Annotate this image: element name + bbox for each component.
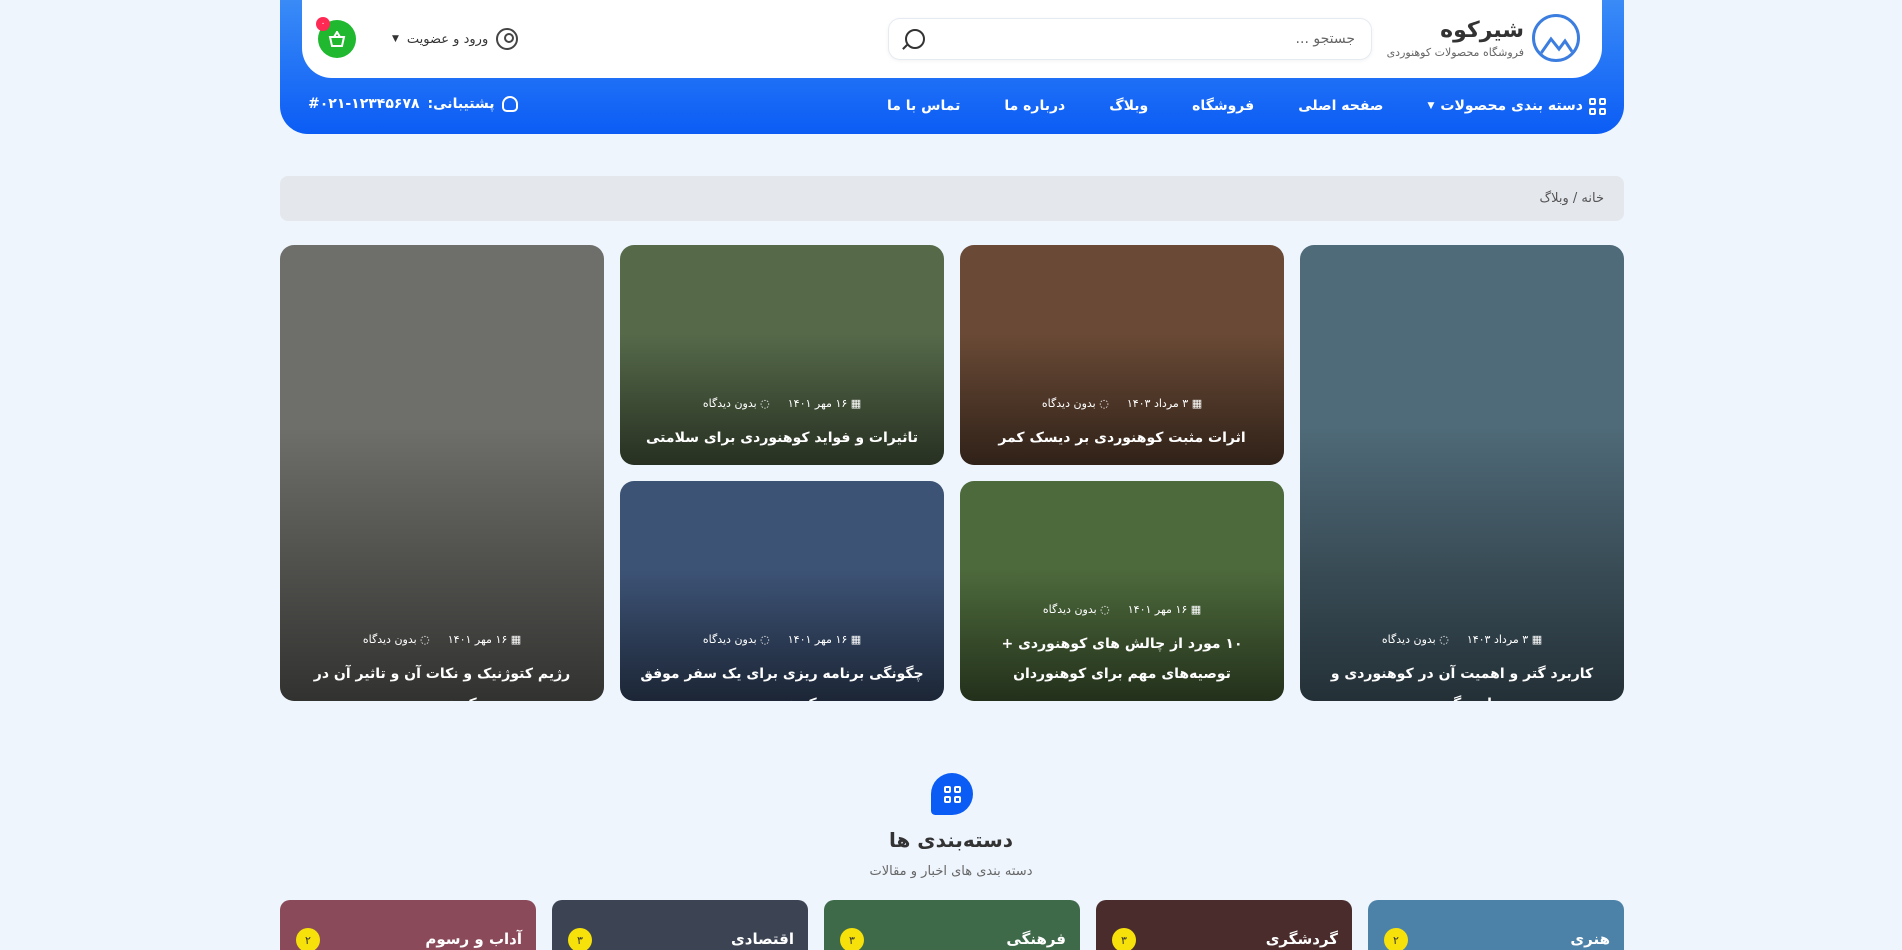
post-title[interactable]: تاثیرات و فواید کوهنوردی برای سلامتی [636, 423, 928, 453]
category-label: هنری [1570, 930, 1610, 948]
category-count-badge: ۳ [568, 928, 592, 950]
post-date: ▦ ۱۶ مهر ۱۴۰۱ [447, 633, 522, 646]
nav-item-about[interactable]: درباره ما [1004, 98, 1065, 114]
post-card[interactable]: ▦ ۱۶ مهر ۱۴۰۱ ◌ بدون دیدگاه تاثیرات و فوای… [620, 245, 944, 465]
account-link[interactable]: ورود و عضویت ▼ [392, 28, 519, 50]
post-comments: ◌ بدون دیدگاه [362, 633, 430, 646]
nav-label: دسته بندی محصولات [1440, 98, 1583, 114]
support-label: پشتیبانی: [427, 96, 495, 112]
category-count-badge: ۲ [296, 928, 320, 950]
nav-item-blog[interactable]: وبلاگ [1109, 98, 1148, 114]
post-meta: ▦ ۳ مرداد ۱۴۰۳ ◌ بدون دیدگاه [960, 397, 1284, 410]
post-date: ▦ ۳ مرداد ۱۴۰۳ [1126, 397, 1203, 410]
logo-subtitle: فروشگاه محصولات کوهنوردی [1386, 45, 1524, 59]
category-card[interactable]: گردشگری ۳ [1096, 900, 1352, 950]
nav-item-shop[interactable]: فروشگاه [1192, 98, 1254, 114]
category-label: فرهنگی [1006, 930, 1066, 948]
post-comments: ◌ بدون دیدگاه [702, 397, 770, 410]
category-card[interactable]: آداب و رسوم ۲ [280, 900, 536, 950]
post-date: ▦ ۱۶ مهر ۱۴۰۱ [787, 633, 862, 646]
cart-count-badge: ۰ [316, 17, 330, 31]
category-card[interactable]: فرهنگی ۳ [824, 900, 1080, 950]
post-comments: ◌ بدون دیدگاه [1042, 603, 1110, 616]
post-title[interactable]: ۱۰ مورد از چالش های کوهنوردی + توصیه‌های… [976, 629, 1268, 689]
headset-icon [502, 96, 519, 112]
categories-grid-icon [931, 773, 973, 815]
basket-icon [328, 31, 346, 47]
post-title[interactable]: چگونگی برنامه ریزی برای یک سفر موفق کوهن… [636, 659, 928, 701]
post-meta: ▦ ۱۶ مهر ۱۴۰۱ ◌ بدون دیدگاه [620, 397, 944, 410]
post-card[interactable]: ▦ ۳ مرداد ۱۴۰۳ ◌ بدون دیدگاه کاربرد گتر و … [1300, 245, 1624, 701]
category-count-badge: ۲ [1384, 928, 1408, 950]
categories-subtitle: دسته بندی های اخبار و مقالات [869, 864, 1033, 879]
post-date: ▦ ۱۶ مهر ۱۴۰۱ [1127, 603, 1202, 616]
category-card[interactable]: هنری ۲ [1368, 900, 1624, 950]
support-phone[interactable]: #۰۲۱-۱۲۳۴۵۶۷۸ [308, 96, 420, 112]
nav-item-contact[interactable]: تماس با ما [887, 98, 960, 114]
cart-button[interactable]: ۰ [316, 17, 356, 58]
account-label: ورود و عضویت [406, 31, 489, 47]
nav-item-categories[interactable]: دسته بندی محصولات ▼ [1427, 97, 1606, 115]
category-card[interactable]: اقتصادی ۳ [552, 900, 808, 950]
post-title[interactable]: اثرات مثبت کوهنوردی بر دیسک کمر [976, 423, 1268, 453]
post-card[interactable]: ▦ ۳ مرداد ۱۴۰۳ ◌ بدون دیدگاه اثرات مثبت کو… [960, 245, 1284, 465]
category-count-badge: ۳ [840, 928, 864, 950]
category-label: آداب و رسوم [425, 930, 522, 948]
categories-title: دسته‌بندی ها [888, 828, 1014, 852]
user-icon [496, 28, 519, 50]
site-header: شیرکوه فروشگاه محصولات کوهنوردی ورود و ع… [280, 0, 1624, 134]
post-comments: ◌ بدون دیدگاه [1381, 633, 1449, 646]
post-meta: ▦ ۱۶ مهر ۱۴۰۱ ◌ بدون دیدگاه [280, 633, 604, 646]
mountain-logo-icon [1532, 14, 1580, 62]
category-label: گردشگری [1265, 930, 1338, 948]
post-meta: ▦ ۱۶ مهر ۱۴۰۱ ◌ بدون دیدگاه [620, 633, 944, 646]
post-card[interactable]: ▦ ۱۶ مهر ۱۴۰۱ ◌ بدون دیدگاه چگونگی برنامه … [620, 481, 944, 701]
search-input[interactable] [925, 31, 1355, 47]
logo-title: شیرکوه [1440, 17, 1524, 43]
grid-icon [1589, 97, 1606, 115]
post-comments: ◌ بدون دیدگاه [1041, 397, 1109, 410]
post-title[interactable]: رژیم کتوژنیک و نکات آن و تاثیر آن در کوه… [296, 659, 588, 701]
category-label: اقتصادی [731, 930, 794, 948]
post-meta: ▦ ۳ مرداد ۱۴۰۳ ◌ بدون دیدگاه [1300, 633, 1624, 646]
chevron-down-icon: ▼ [392, 34, 399, 44]
search-icon[interactable] [905, 29, 925, 49]
post-card[interactable]: ▦ ۱۶ مهر ۱۴۰۱ ◌ بدون دیدگاه ۱۰ مورد از چال… [960, 481, 1284, 701]
support-info: پشتیبانی: #۰۲۱-۱۲۳۴۵۶۷۸ [308, 96, 519, 112]
post-card[interactable]: ▦ ۱۶ مهر ۱۴۰۱ ◌ بدون دیدگاه رژیم کتوژنیک و… [280, 245, 604, 701]
category-count-badge: ۳ [1112, 928, 1136, 950]
post-comments: ◌ بدون دیدگاه [702, 633, 770, 646]
post-meta: ▦ ۱۶ مهر ۱۴۰۱ ◌ بدون دیدگاه [960, 603, 1284, 616]
post-title[interactable]: کاربرد گتر و اهمیت آن در کوهنوردی و طبیع… [1316, 659, 1608, 701]
nav-item-home[interactable]: صفحه اصلی [1298, 98, 1383, 114]
breadcrumb[interactable]: خانه / وبلاگ [280, 176, 1624, 221]
site-logo[interactable]: شیرکوه فروشگاه محصولات کوهنوردی [1387, 14, 1580, 62]
post-date: ▦ ۳ مرداد ۱۴۰۳ [1466, 633, 1543, 646]
post-date: ▦ ۱۶ مهر ۱۴۰۱ [787, 397, 862, 410]
search-box [888, 18, 1372, 60]
chevron-down-icon: ▼ [1427, 101, 1435, 111]
header-topbar: شیرکوه فروشگاه محصولات کوهنوردی ورود و ع… [302, 0, 1602, 78]
